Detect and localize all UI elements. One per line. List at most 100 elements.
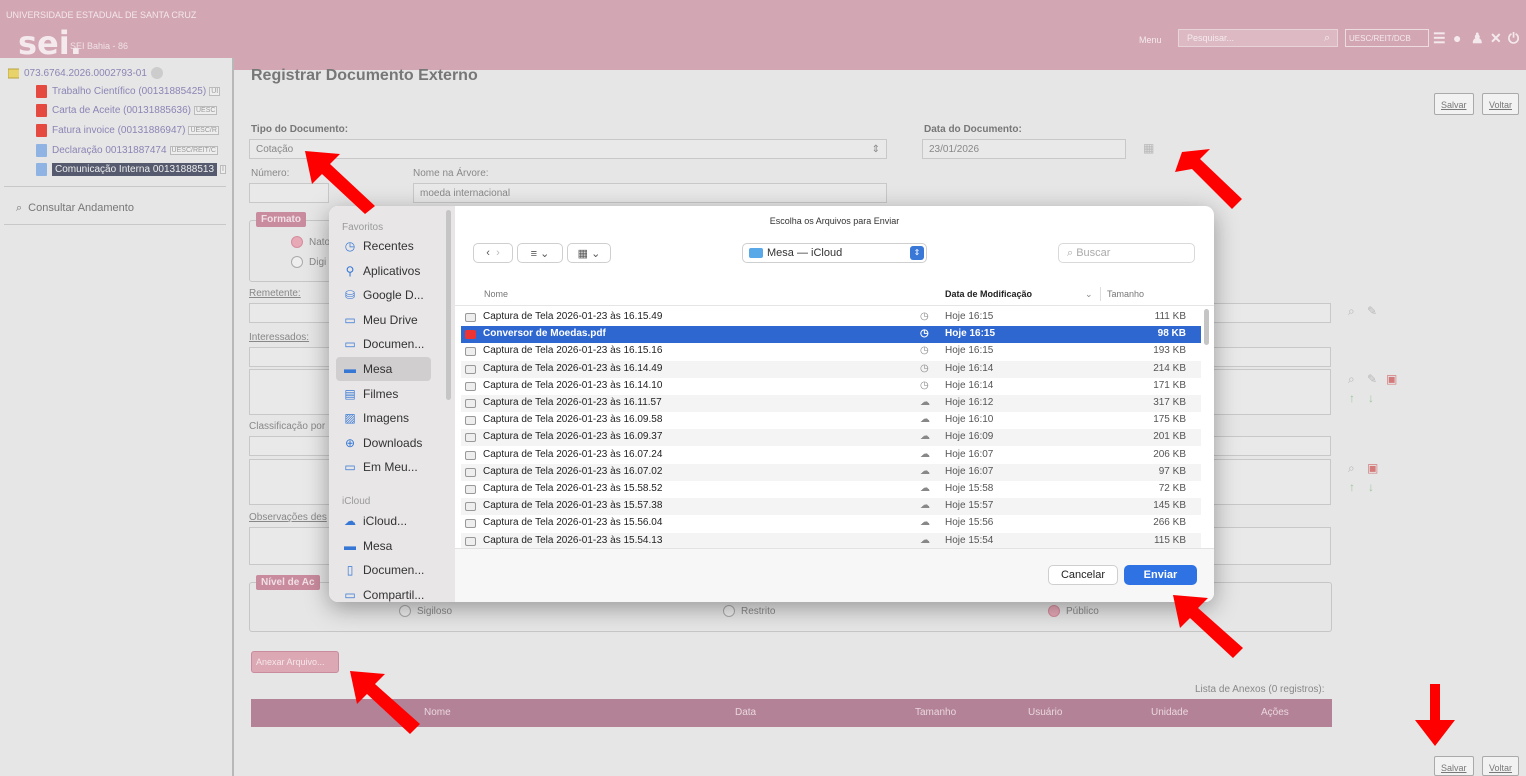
file-size: 111 KB (1154, 311, 1186, 322)
file-row[interactable]: Captura de Tela 2026-01-23 às 16.15.16 ◷ H… (461, 343, 1201, 360)
search-icon[interactable]: ⌕ (1348, 304, 1355, 319)
back-button-top[interactable]: Voltar (1482, 93, 1520, 115)
save-button-bottom[interactable]: Salvar (1434, 756, 1474, 776)
sidebar-item[interactable]: ▭ Em Meu... (336, 455, 431, 479)
search-icon[interactable]: ⌕ (1324, 32, 1330, 45)
file-row[interactable]: Captura de Tela 2026-01-23 às 16.14.49 ◷ H… (461, 360, 1201, 378)
info-icon[interactable]: ● (1453, 30, 1461, 46)
sync-clock-icon: ◷ (920, 362, 929, 374)
sidebar-item[interactable]: ▭ Documen... (336, 332, 431, 356)
file-row[interactable]: Captura de Tela 2026-01-23 às 15.56.04 ☁ H… (461, 515, 1201, 532)
attach-file-button[interactable]: Anexar Arquivo... (251, 651, 339, 673)
back-button-bottom[interactable]: Voltar (1482, 756, 1520, 776)
file-row[interactable]: Captura de Tela 2026-01-23 às 16.11.57 ☁ H… (461, 395, 1201, 412)
process-node[interactable]: 073.6764.2026.0002793-01 (8, 66, 232, 80)
tree-item-doc-5[interactable]: Comunicação Interna 00131888513 I (36, 162, 232, 176)
tree-item-doc-3[interactable]: Fatura invoice (00131886947) UESC/R (36, 123, 232, 137)
sidebar-item[interactable]: ▭ Meu Drive (336, 308, 431, 332)
grid-view-button[interactable]: ▦ ⌄ (567, 243, 611, 263)
file-row[interactable]: Captura de Tela 2026-01-23 às 16.14.10 ◷ H… (461, 378, 1201, 395)
menu-link[interactable]: Menu (1139, 35, 1162, 45)
process-number: 073.6764.2026.0002793-01 (24, 67, 147, 79)
tree-name-input[interactable]: moeda internacional (413, 183, 887, 203)
file-row[interactable]: Captura de Tela 2026-01-23 às 16.15.49 ◷ H… (461, 309, 1201, 326)
sidebar-item[interactable]: ▯ Documen... (336, 558, 431, 582)
move-down-icon[interactable]: ↓ (1368, 480, 1374, 494)
tools-icon[interactable]: ✕ (1490, 30, 1502, 47)
file-row[interactable]: Captura de Tela 2026-01-23 às 15.58.52 ☁ H… (461, 481, 1201, 498)
sidebar-scrollbar[interactable] (446, 210, 451, 400)
col-name-header[interactable]: Nome (484, 289, 508, 299)
remove-icon[interactable]: ▣ (1386, 372, 1397, 386)
document-icon (36, 162, 47, 176)
cloud-icon: ☁ (344, 514, 356, 528)
remove-icon[interactable]: ▣ (1367, 461, 1378, 475)
file-row[interactable]: Captura de Tela 2026-01-23 às 16.09.58 ☁ H… (461, 412, 1201, 429)
access-public-radio[interactable] (1048, 605, 1060, 617)
sidebar-item[interactable]: ▭ Compartil... (336, 583, 431, 602)
file-row[interactable]: Captura de Tela 2026-01-23 às 16.07.24 ☁ H… (461, 447, 1201, 464)
col-date-header[interactable]: Data de Modificação (945, 289, 1032, 299)
cloud-icon: ☁ (920, 414, 930, 426)
calendar-icon[interactable]: ▦ (1143, 141, 1154, 155)
format-nato-radio[interactable] (291, 236, 303, 248)
file-name: Captura de Tela 2026-01-23 às 16.09.58 (483, 414, 663, 426)
access-restricted-radio[interactable] (723, 605, 735, 617)
power-icon[interactable]: ⏻ (1508, 30, 1519, 47)
back-forward-buttons[interactable]: ‹ › (473, 243, 513, 263)
access-secret-radio[interactable] (399, 605, 411, 617)
search-input[interactable]: Pesquisar... (1178, 29, 1338, 47)
tree-item-doc-2[interactable]: Carta de Aceite (00131885636) UESC (36, 103, 232, 117)
image-file-icon (465, 313, 476, 322)
file-list-scrollbar[interactable] (1204, 309, 1209, 345)
sidebar-item[interactable]: ▤ Filmes (336, 382, 431, 406)
user-icon[interactable]: ♟ (1471, 30, 1484, 47)
unit-selector[interactable]: UESC/REIT/DCB (1345, 29, 1429, 47)
sidebar-item-label: Documen... (363, 337, 425, 352)
move-up-icon[interactable]: ↑ (1349, 480, 1355, 494)
film-icon: ▤ (344, 386, 356, 401)
move-down-icon[interactable]: ↓ (1368, 391, 1374, 405)
consult-history-link[interactable]: ⌕ Consultar Andamento (16, 201, 216, 215)
sidebar-item[interactable]: ☁ iCloud... (336, 509, 431, 533)
sidebar-item[interactable]: ⊕ Downloads (336, 431, 431, 455)
list-view-button[interactable]: ≡ ⌄ (517, 243, 563, 263)
format-digital-radio[interactable] (291, 256, 303, 268)
file-row[interactable]: Captura de Tela 2026-01-23 às 16.09.37 ☁ H… (461, 429, 1201, 447)
folder-icon: ▭ (344, 312, 356, 327)
search-icon: ⌕ (16, 201, 23, 214)
file-row[interactable]: Conversor de Moedas.pdf ◷ Hoje 16:15 98 KB (461, 326, 1201, 344)
tree-item-doc-1[interactable]: Trabalho Científico (00131885425) UI (36, 84, 232, 98)
file-list: Captura de Tela 2026-01-23 às 16.15.49 ◷ H… (455, 309, 1214, 549)
col-size-header[interactable]: Tamanho (1107, 289, 1144, 299)
edit-icon[interactable]: ✎ (1367, 372, 1377, 386)
file-row[interactable]: Captura de Tela 2026-01-23 às 16.07.02 ☁ H… (461, 463, 1201, 481)
location-select[interactable]: Mesa — iCloud ⇕ (742, 243, 927, 263)
file-row[interactable]: Captura de Tela 2026-01-23 às 15.54.13 ☁ H… (461, 532, 1201, 549)
cancel-button[interactable]: Cancelar (1048, 565, 1118, 585)
sidebar-item[interactable]: ⛁ Google D... (336, 283, 431, 307)
expand-icon[interactable] (150, 67, 163, 79)
doc-date-input[interactable]: 23/01/2026 (922, 139, 1126, 159)
tree-item-doc-4[interactable]: Declaração 00131887474 UESC/REIT/C (36, 143, 232, 157)
sidebar-item[interactable]: ⚲ Aplicativos (336, 259, 431, 283)
sidebar-item[interactable]: ▬ Mesa (336, 534, 431, 558)
chevron-updown-icon: ⇕ (910, 246, 924, 260)
move-up-icon[interactable]: ↑ (1349, 391, 1355, 405)
sidebar-item-label: Meu Drive (363, 312, 418, 327)
image-file-icon (465, 433, 476, 443)
send-button[interactable]: Enviar (1124, 565, 1197, 585)
edit-icon[interactable]: ✎ (1367, 304, 1377, 318)
list-icon[interactable]: ☰ (1433, 30, 1446, 47)
file-row[interactable]: Captura de Tela 2026-01-23 às 15.57.38 ☁ H… (461, 498, 1201, 516)
chevron-right-icon[interactable]: › (496, 247, 500, 259)
sidebar-item[interactable]: ◷ Recentes (336, 234, 431, 258)
search-icon[interactable]: ⌕ (1348, 372, 1355, 387)
unit-badge: I (220, 164, 226, 174)
save-button-top[interactable]: Salvar (1434, 93, 1474, 115)
chevron-left-icon[interactable]: ‹ (486, 247, 490, 259)
sidebar-item[interactable]: ▨ Imagens (336, 406, 431, 430)
sidebar-item[interactable]: ▬ Mesa (336, 357, 431, 381)
search-icon[interactable]: ⌕ (1348, 461, 1355, 476)
dialog-search-input[interactable]: ⌕ Buscar (1058, 243, 1195, 263)
